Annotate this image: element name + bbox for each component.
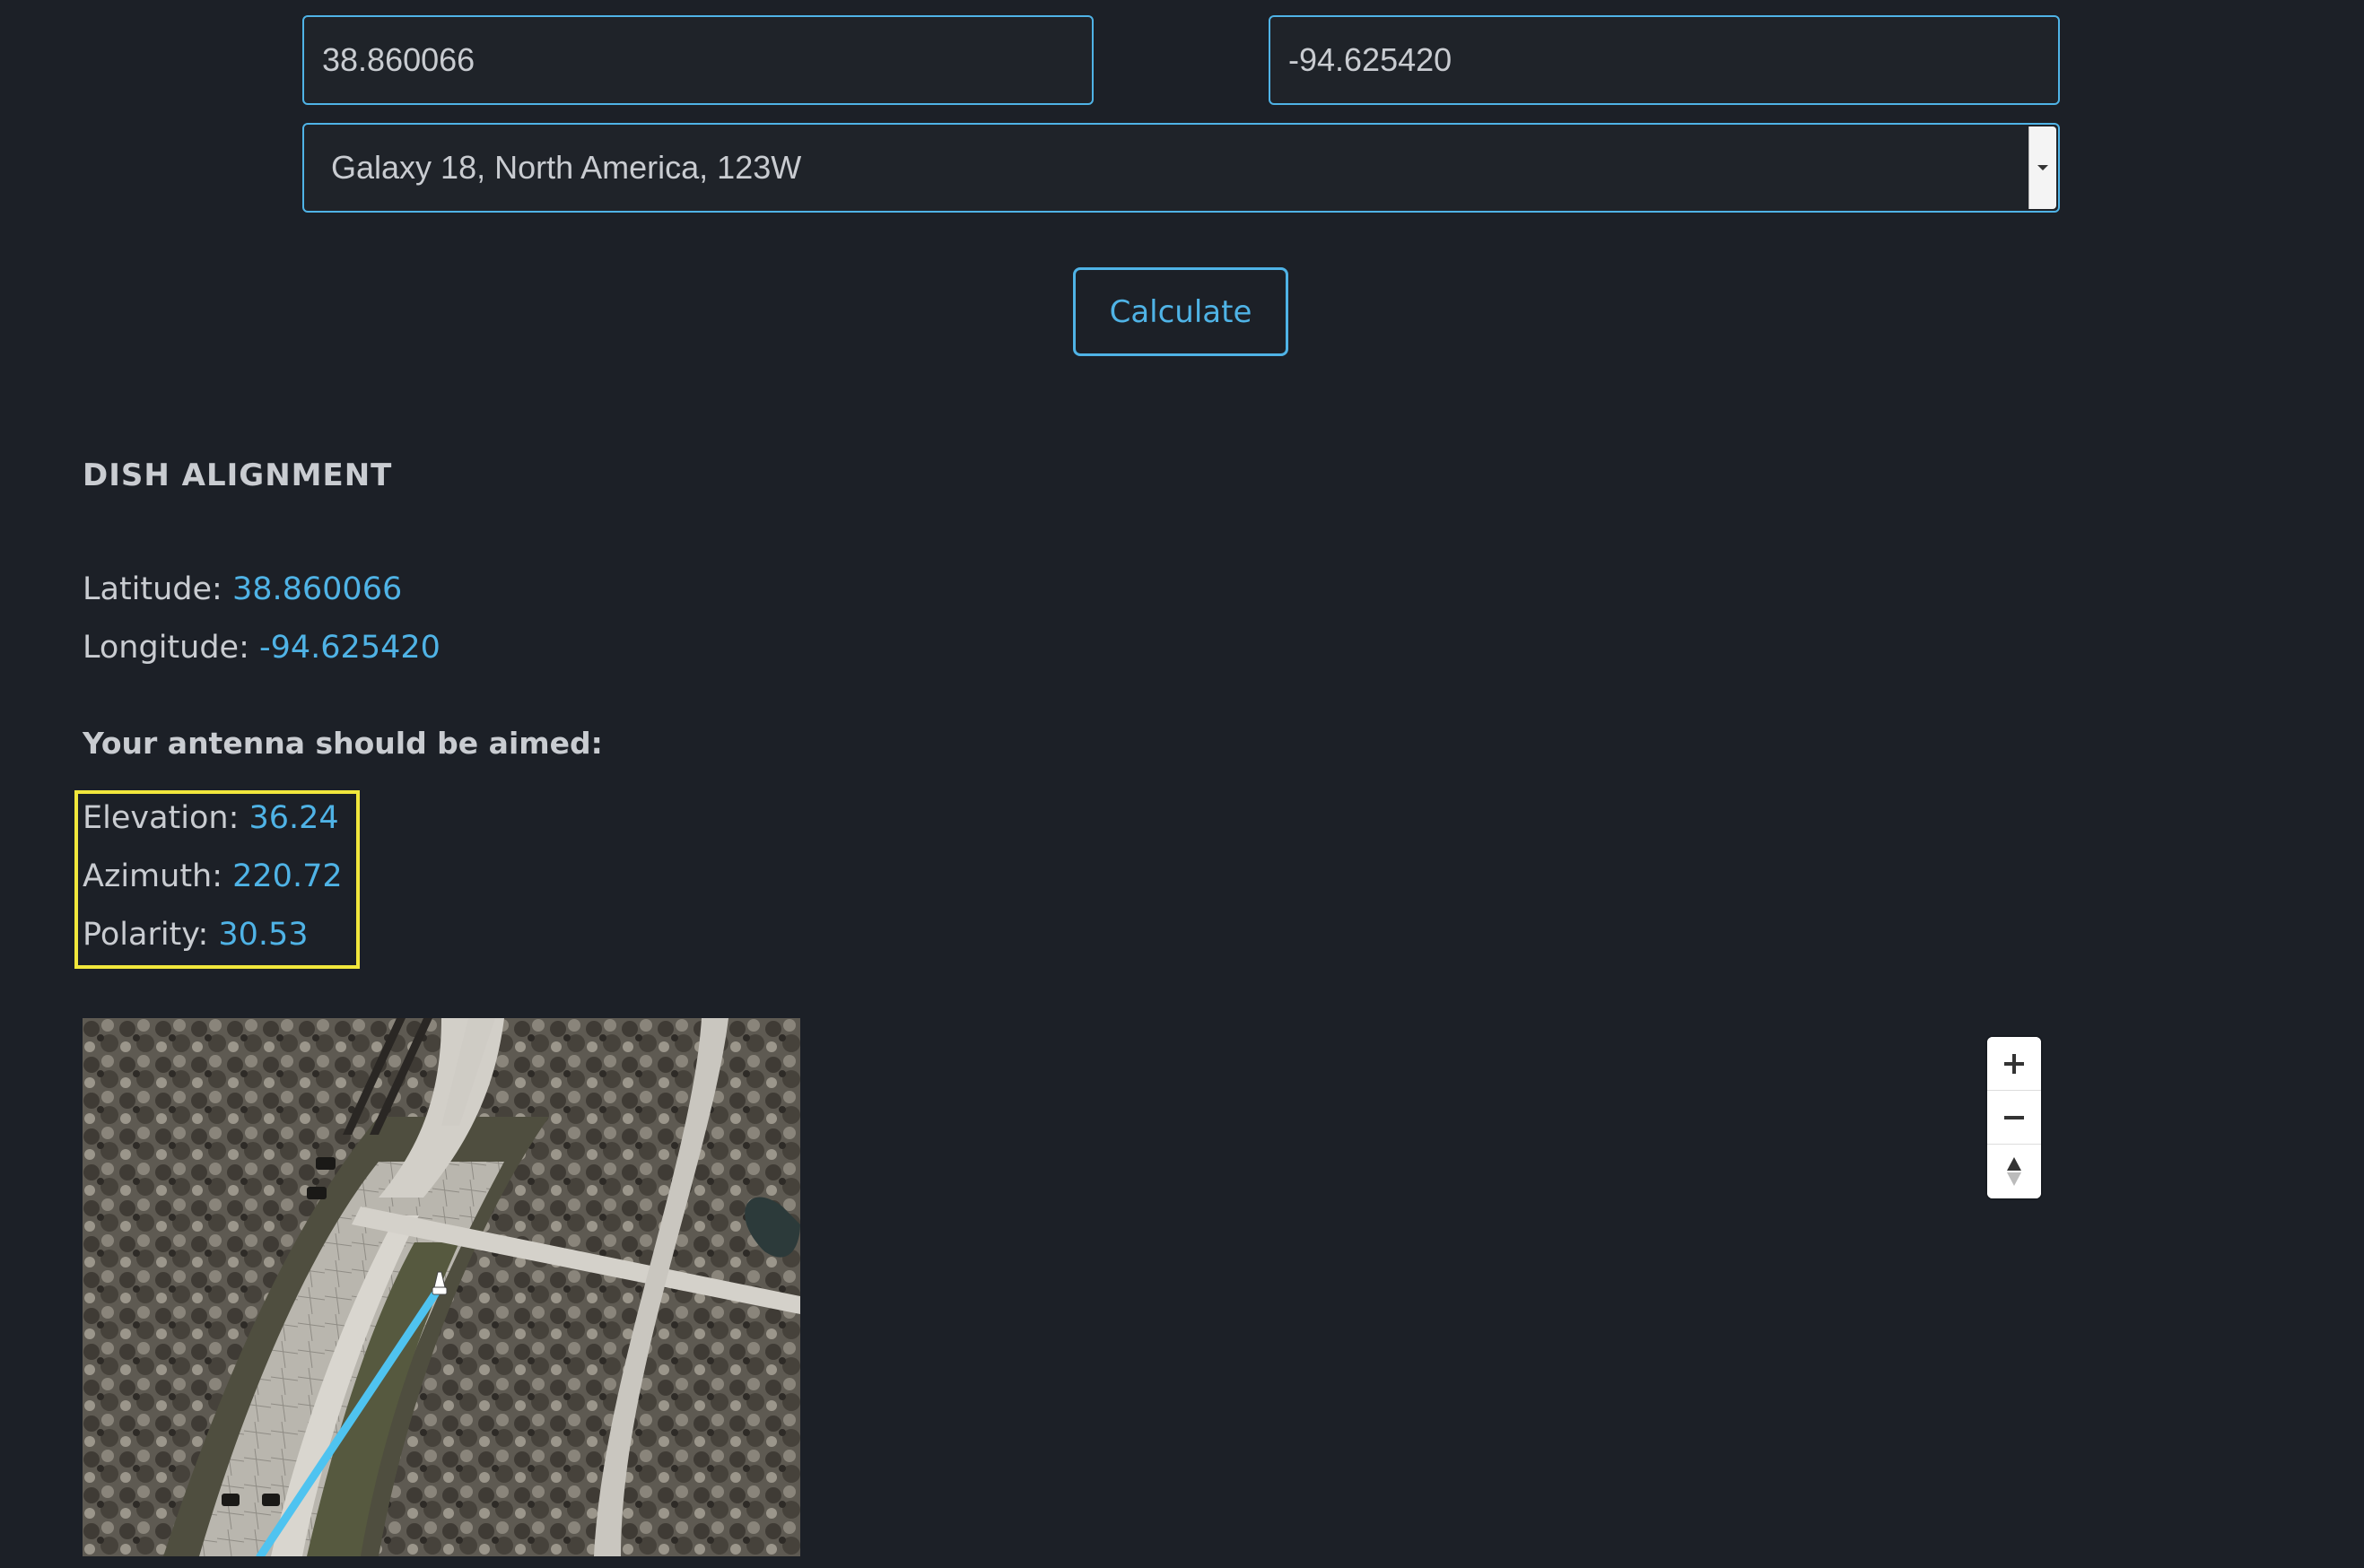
page: Galaxy 18, North America, 123W Calculate… — [0, 0, 2364, 1568]
latitude-input[interactable] — [302, 15, 1094, 105]
zoom-in-button[interactable] — [1987, 1037, 2041, 1091]
satellite-select[interactable]: Galaxy 18, North America, 123W — [302, 123, 2060, 213]
polarity-value: 30.53 — [218, 917, 309, 953]
longitude-label: Longitude: — [83, 630, 259, 666]
longitude-input[interactable] — [1269, 15, 2060, 105]
chevron-down-icon[interactable] — [2028, 126, 2056, 209]
plus-icon — [2004, 1053, 2024, 1074]
result-latitude: Latitude: 38.860066 — [83, 571, 402, 607]
zoom-out-button[interactable] — [1987, 1091, 2041, 1145]
latitude-value: 38.860066 — [231, 571, 403, 607]
elevation-value: 36.24 — [249, 800, 339, 836]
elevation-label: Elevation: — [83, 800, 249, 836]
minus-icon — [2004, 1115, 2024, 1119]
aim-title: Your antenna should be aimed: — [83, 726, 603, 761]
dish-alignment-heading: DISH ALIGNMENT — [83, 457, 393, 493]
latitude-label: Latitude: — [83, 571, 232, 607]
result-elevation: Elevation: 36.24 — [83, 800, 339, 836]
compass-icon — [2007, 1157, 2021, 1186]
reset-bearing-button[interactable] — [1987, 1145, 2041, 1198]
result-longitude: Longitude: -94.625420 — [83, 630, 441, 666]
map-imagery — [83, 1018, 800, 1556]
map-zoom-control — [1987, 1037, 2041, 1198]
satellite-map[interactable] — [83, 1018, 800, 1556]
result-azimuth: Azimuth: 220.72 — [83, 858, 343, 894]
result-polarity: Polarity: 30.53 — [83, 917, 309, 953]
satellite-select-value: Galaxy 18, North America, 123W — [331, 149, 802, 186]
calculate-button[interactable]: Calculate — [1073, 267, 1288, 356]
polarity-label: Polarity: — [83, 917, 219, 953]
azimuth-label: Azimuth: — [83, 858, 233, 894]
azimuth-value: 220.72 — [232, 858, 343, 894]
longitude-value: -94.625420 — [259, 630, 441, 666]
